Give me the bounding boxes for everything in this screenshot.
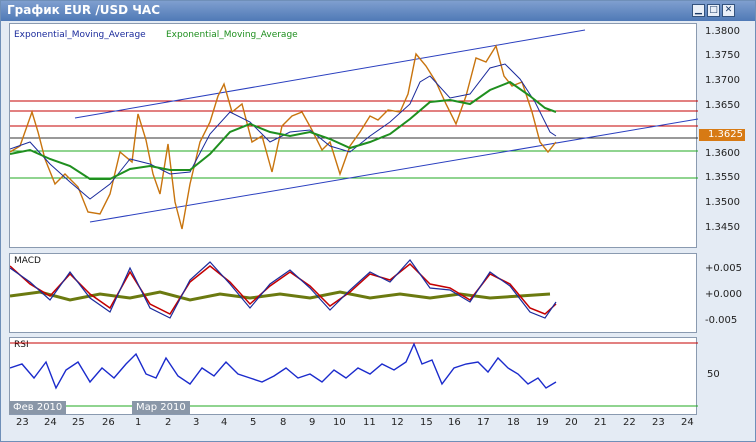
- day-tick: 17: [477, 417, 490, 428]
- day-tick: 10: [333, 417, 346, 428]
- day-tick: 12: [391, 417, 404, 428]
- channel-upper: [74, 29, 586, 119]
- rsi-pane[interactable]: RSI: [9, 337, 698, 415]
- price-tick: 1.3500: [705, 197, 740, 208]
- ema-slow-line: [10, 80, 557, 180]
- day-tick: 20: [565, 417, 578, 428]
- macd-pane[interactable]: MACD: [9, 253, 697, 333]
- day-tick: 23: [652, 417, 665, 428]
- day-tick: 26: [102, 417, 115, 428]
- rsi-chart: [10, 342, 698, 407]
- day-tick: 23: [16, 417, 29, 428]
- price-tick: 1.3450: [705, 222, 740, 233]
- day-tick: 24: [44, 417, 57, 428]
- price-pane[interactable]: Exponential_Moving_Average Exponential_M…: [9, 23, 698, 248]
- close-button[interactable]: ✕: [722, 4, 735, 17]
- price-tick: 1.3600: [705, 148, 740, 159]
- day-tick: 21: [594, 417, 607, 428]
- day-tick: 19: [536, 417, 549, 428]
- macd-tick: -0.005: [705, 315, 738, 326]
- day-tick: 15: [420, 417, 433, 428]
- price-tick: 1.3800: [705, 26, 740, 37]
- day-tick: 1: [135, 417, 142, 428]
- day-tick: 11: [363, 417, 376, 428]
- day-tick: 2: [165, 417, 172, 428]
- day-tick: 4: [221, 417, 228, 428]
- macd-tick: +0.000: [705, 289, 743, 300]
- price-tick: 1.3650: [705, 100, 740, 111]
- rsi-line: [10, 342, 557, 390]
- price-chart: [10, 29, 698, 230]
- rsi-tick: 50: [707, 369, 720, 380]
- day-tick: 25: [72, 417, 85, 428]
- title-bar[interactable]: График EUR /USD ЧАС ▁ □ ✕: [1, 1, 755, 21]
- macd-chart: [10, 259, 557, 319]
- day-tick: 18: [507, 417, 520, 428]
- minimize-button[interactable]: ▁: [692, 4, 705, 17]
- price-tick: 1.3700: [705, 75, 740, 86]
- day-tick: 3: [193, 417, 200, 428]
- maximize-button[interactable]: □: [707, 4, 720, 17]
- period-label: Фев 2010: [9, 401, 67, 414]
- current-price-label: 1.3625: [699, 129, 745, 141]
- day-tick: 24: [681, 417, 694, 428]
- period-label: Мар 2010: [132, 401, 190, 414]
- price-tick: 1.3750: [705, 50, 740, 61]
- price-tick: 1.3550: [705, 172, 740, 183]
- macd-tick: +0.005: [705, 263, 743, 274]
- chart-window: График EUR /USD ЧАС ▁ □ ✕ Exponential_Mo…: [0, 0, 756, 442]
- window-title: График EUR /USD ЧАС: [7, 3, 161, 17]
- macd-signal: [10, 262, 557, 315]
- day-tick: 22: [623, 417, 636, 428]
- macd-line: [10, 259, 557, 319]
- day-tick: 5: [250, 417, 257, 428]
- day-tick: 16: [448, 417, 461, 428]
- day-tick: 9: [309, 417, 316, 428]
- day-tick: 8: [280, 417, 287, 428]
